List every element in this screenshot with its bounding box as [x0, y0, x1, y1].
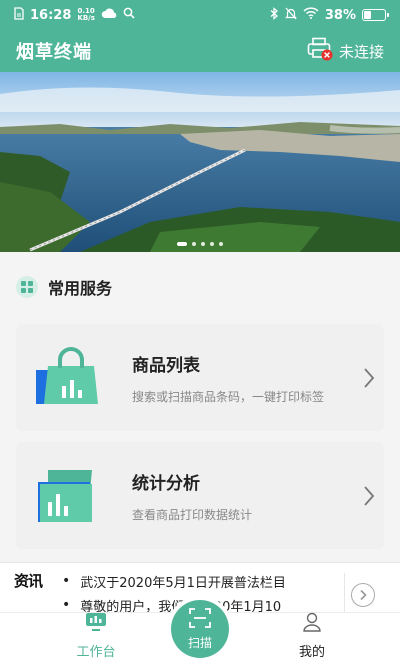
scan-label: 扫描: [187, 635, 212, 650]
monitor-icon: [85, 612, 107, 636]
carousel-dot[interactable]: [210, 242, 214, 246]
statistics-card[interactable]: 统计分析 查看商品打印数据统计: [16, 442, 384, 549]
mute-bell-icon: [284, 7, 297, 24]
card-description: 搜索或扫描商品条码，一键打印标签: [132, 389, 325, 404]
news-more-button[interactable]: [351, 583, 375, 607]
printer-connection-button[interactable]: 未连接: [307, 37, 384, 65]
user-icon: [302, 612, 322, 636]
shopping-bag-icon: [34, 346, 104, 410]
banner-carousel[interactable]: [0, 72, 400, 252]
news-item[interactable]: 武汉于2020年5月1日开展普法栏目: [62, 569, 332, 593]
status-bar: 16:28 0.10 KB/s 38%: [0, 0, 400, 30]
grid-icon: [16, 276, 38, 298]
common-services-header: 常用服务: [16, 275, 112, 299]
chevron-right-icon: [354, 367, 384, 389]
sim-icon: [14, 6, 24, 24]
carousel-dot[interactable]: [219, 242, 223, 246]
battery-icon: [362, 9, 389, 21]
bar-chart-icon: [34, 464, 104, 528]
tab-label: 工作台: [76, 645, 116, 660]
scan-button[interactable]: 扫描: [171, 600, 229, 658]
bluetooth-icon: [270, 6, 279, 24]
clock: 16:28: [30, 7, 72, 23]
network-speed: 0.10 KB/s: [77, 7, 95, 22]
carousel-dot[interactable]: [177, 242, 187, 246]
card-title: 商品列表: [132, 355, 200, 376]
banner-image: [0, 72, 400, 252]
app-title: 烟草终端: [16, 42, 92, 63]
scan-icon: [189, 607, 211, 631]
product-list-card[interactable]: 商品列表 搜索或扫描商品条码，一键打印标签: [16, 324, 384, 431]
chevron-right-icon: [360, 589, 367, 601]
chevron-right-icon: [354, 485, 384, 507]
card-title: 统计分析: [132, 473, 200, 494]
divider: [344, 573, 345, 613]
battery-percent: 38%: [324, 7, 356, 23]
tab-mine[interactable]: 我的: [262, 612, 362, 667]
wifi-icon: [303, 7, 319, 23]
search-icon: [123, 7, 135, 23]
cloud-icon: [101, 8, 117, 23]
carousel-dot[interactable]: [192, 242, 196, 246]
carousel-indicator[interactable]: [0, 242, 400, 246]
tab-label: 我的: [298, 645, 325, 660]
card-description: 查看商品打印数据统计: [132, 507, 253, 522]
section-title: 常用服务: [48, 279, 113, 298]
carousel-dot[interactable]: [201, 242, 205, 246]
app-header: 烟草终端 未连接: [0, 30, 400, 72]
printer-disconnected-icon: [307, 37, 333, 65]
connection-status: 未连接: [338, 42, 384, 61]
tab-workbench[interactable]: 工作台: [46, 613, 146, 667]
news-logo: 资讯: [14, 572, 43, 590]
